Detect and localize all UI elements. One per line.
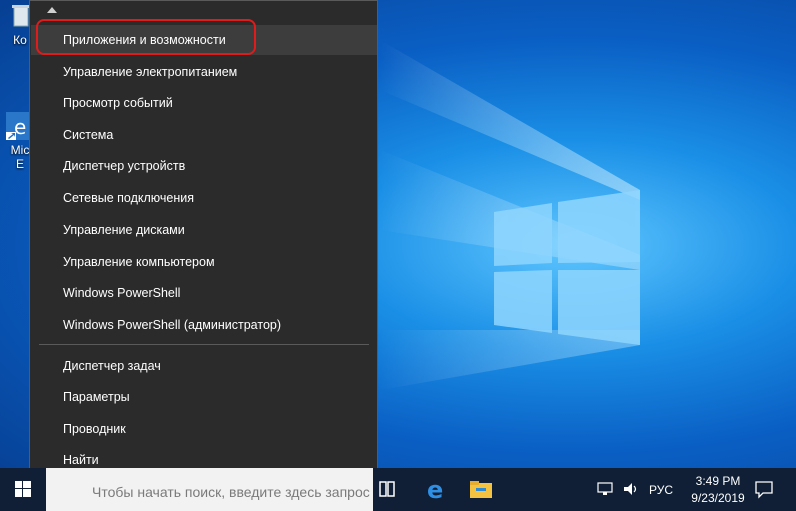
- clock-time[interactable]: 3:49 PM: [688, 474, 748, 488]
- scroll-up-arrow-icon[interactable]: [47, 7, 57, 13]
- menu-item-event-viewer[interactable]: Просмотр событий: [31, 88, 377, 118]
- start-button-windows-icon[interactable]: [0, 468, 46, 511]
- menu-item-device-manager[interactable]: Диспетчер устройств: [31, 151, 377, 181]
- volume-icon[interactable]: [622, 480, 640, 498]
- menu-item-computer-management[interactable]: Управление компьютером: [31, 247, 377, 277]
- menu-item-task-manager[interactable]: Диспетчер задач: [31, 351, 377, 381]
- taskbar-search-input[interactable]: Чтобы начать поиск, введите здесь запрос: [46, 468, 373, 511]
- menu-item-disk-management[interactable]: Управление дисками: [31, 215, 377, 245]
- menu-item-network-connections[interactable]: Сетевые подключения: [31, 183, 377, 213]
- menu-item-settings[interactable]: Параметры: [31, 382, 377, 412]
- menu-item-powershell-admin[interactable]: Windows PowerShell (администратор): [31, 310, 377, 340]
- menu-item-system[interactable]: Система: [31, 120, 377, 150]
- highlight-annotation-box: [36, 19, 256, 55]
- network-icon[interactable]: [596, 480, 614, 498]
- svg-text:e: e: [427, 476, 443, 502]
- winx-context-menu: Приложения и возможности Управление элек…: [29, 0, 378, 493]
- file-explorer-icon[interactable]: [468, 476, 494, 502]
- edge-icon[interactable]: e: [424, 476, 450, 502]
- menu-item-powershell[interactable]: Windows PowerShell: [31, 278, 377, 308]
- clock-date[interactable]: 9/23/2019: [682, 491, 754, 505]
- action-center-icon[interactable]: [754, 479, 774, 499]
- menu-separator: [39, 344, 369, 345]
- taskbar: Чтобы начать поиск, введите здесь запрос…: [0, 468, 796, 511]
- language-indicator[interactable]: РУС: [649, 483, 673, 497]
- task-view-icon[interactable]: [376, 476, 402, 502]
- menu-item-power-options[interactable]: Управление электропитанием: [31, 57, 377, 87]
- menu-item-explorer[interactable]: Проводник: [31, 414, 377, 444]
